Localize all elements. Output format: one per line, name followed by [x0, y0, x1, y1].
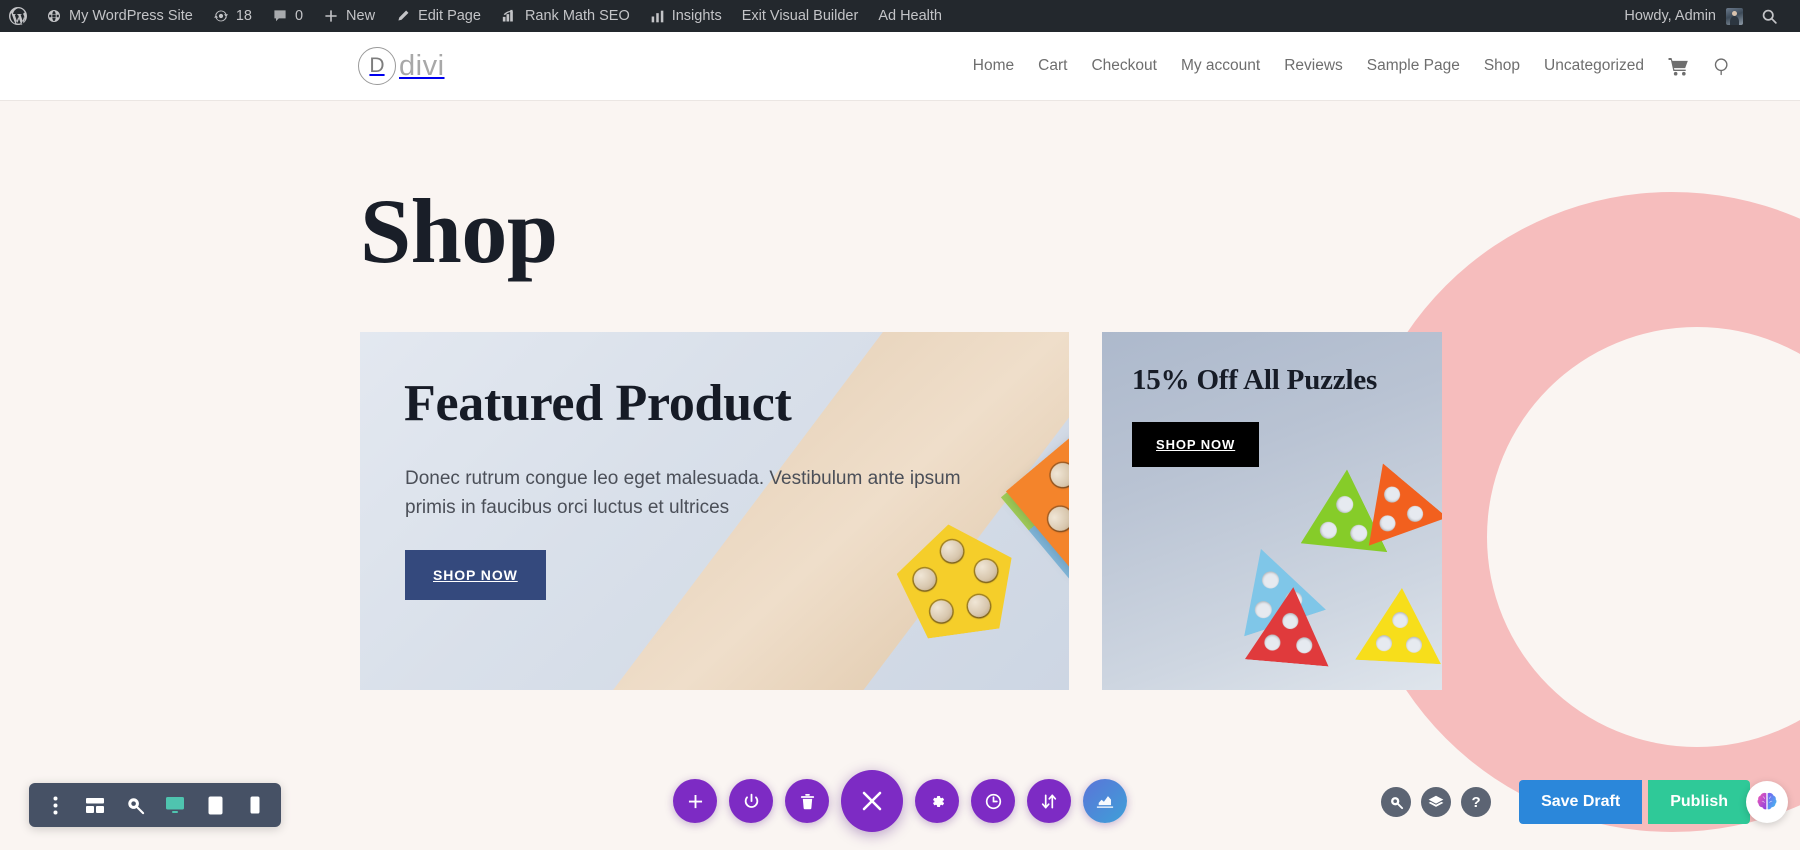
- close-menu-icon[interactable]: [841, 770, 903, 832]
- admin-bar-my-account[interactable]: Howdy, Admin: [1616, 0, 1751, 32]
- promo-card-title: 15% Off All Puzzles: [1132, 364, 1378, 396]
- logo-circle-d-icon: D: [358, 47, 396, 85]
- admin-bar-comments[interactable]: 0: [262, 0, 313, 32]
- admin-bar-rank-math[interactable]: Rank Math SEO: [491, 0, 640, 32]
- nav-item-checkout[interactable]: Checkout: [1079, 57, 1168, 75]
- wireframe-view-icon[interactable]: [75, 783, 115, 827]
- admin-bar-updates[interactable]: 18: [203, 0, 262, 32]
- admin-bar-search[interactable]: [1751, 0, 1788, 32]
- updates-count: 18: [235, 8, 252, 24]
- shopping-cart-icon[interactable]: [1656, 57, 1701, 76]
- ai-brain-icon[interactable]: [1746, 781, 1788, 823]
- phone-view-icon[interactable]: [235, 783, 275, 827]
- plus-icon: [323, 8, 339, 24]
- save-load-arrows-icon[interactable]: [1027, 779, 1071, 823]
- admin-bar-exit-vb-label: Exit Visual Builder: [741, 8, 859, 24]
- nav-item-my-account[interactable]: My account: [1169, 57, 1272, 75]
- admin-bar-right-group: Howdy, Admin: [1616, 0, 1800, 32]
- add-section-icon[interactable]: [673, 779, 717, 823]
- admin-bar-exit-visual-builder[interactable]: Exit Visual Builder: [732, 0, 869, 32]
- admin-bar-left-group: My WordPress Site 18 0 New Edit Page Ran…: [0, 0, 952, 32]
- avatar: [1726, 7, 1743, 25]
- admin-bar-insights[interactable]: Insights: [640, 0, 732, 32]
- admin-bar-new[interactable]: New: [313, 0, 385, 32]
- save-draft-button[interactable]: Save Draft: [1519, 780, 1643, 824]
- logo-wordmark: divi: [399, 49, 445, 82]
- layers-icon[interactable]: [1421, 787, 1452, 817]
- zoom-out-view-icon[interactable]: [115, 783, 155, 827]
- updates-icon: [213, 8, 229, 24]
- admin-bar-rank-math-label: Rank Math SEO: [524, 8, 630, 24]
- more-options-icon[interactable]: [35, 783, 75, 827]
- search-icon[interactable]: [1381, 787, 1412, 817]
- wp-admin-bar: My WordPress Site 18 0 New Edit Page Ran…: [0, 0, 1800, 32]
- page-canvas: Shop Featured Product Donec rutrum congu…: [0, 100, 1800, 850]
- admin-bar-wordpress-logo[interactable]: [0, 0, 36, 32]
- divi-left-toolbar: [29, 783, 281, 827]
- nav-item-sample-page[interactable]: Sample Page: [1355, 57, 1472, 75]
- nav-item-cart[interactable]: Cart: [1026, 57, 1079, 75]
- power-toggle-icon[interactable]: [729, 779, 773, 823]
- primary-navigation: Home Cart Checkout My account Reviews Sa…: [961, 57, 1744, 76]
- search-icon[interactable]: [1701, 57, 1744, 76]
- site-logo[interactable]: D divi: [358, 47, 445, 85]
- comments-count: 0: [294, 8, 304, 24]
- admin-bar-insights-label: Insights: [671, 8, 722, 24]
- nav-item-shop[interactable]: Shop: [1472, 57, 1532, 75]
- admin-bar-site-name[interactable]: My WordPress Site: [36, 0, 203, 32]
- admin-bar-site-label: My WordPress Site: [69, 8, 193, 24]
- admin-bar-ad-health[interactable]: Ad Health: [868, 0, 952, 32]
- pencil-icon: [395, 8, 411, 24]
- site-icon: [46, 8, 62, 24]
- rankmath-icon: [501, 9, 518, 24]
- featured-card-title: Featured Product: [404, 375, 792, 432]
- admin-bar-new-label: New: [346, 8, 376, 24]
- publish-button[interactable]: Publish: [1648, 780, 1750, 824]
- nav-item-uncategorized[interactable]: Uncategorized: [1532, 57, 1656, 75]
- desktop-view-icon[interactable]: [155, 783, 195, 827]
- promo-card-shop-now-button[interactable]: SHOP NOW: [1132, 422, 1260, 467]
- search-icon: [1761, 8, 1778, 25]
- promo-card: 15% Off All Puzzles SHOP NOW: [1102, 332, 1442, 690]
- wordpress-logo-icon: [8, 6, 28, 26]
- admin-bar-ad-health-label: Ad Health: [878, 8, 942, 24]
- comments-icon: [272, 8, 288, 24]
- howdy-label: Howdy, Admin: [1624, 8, 1716, 24]
- settings-gear-icon[interactable]: [915, 779, 959, 823]
- portability-icon[interactable]: [1083, 779, 1127, 823]
- insights-chart-icon: [650, 9, 665, 24]
- admin-bar-edit-page[interactable]: Edit Page: [385, 0, 491, 32]
- nav-item-home[interactable]: Home: [961, 57, 1026, 75]
- page-title: Shop: [360, 180, 558, 282]
- divi-right-toolbar: ? Save Draft Publish: [1381, 780, 1788, 824]
- help-icon[interactable]: ?: [1461, 787, 1492, 817]
- site-header: D divi Home Cart Checkout My account Rev…: [0, 32, 1800, 100]
- tablet-view-icon[interactable]: [195, 783, 235, 827]
- featured-product-card: Featured Product Donec rutrum congue leo…: [360, 332, 1069, 690]
- featured-card-shop-now-button[interactable]: SHOP NOW: [405, 550, 546, 600]
- cards-row: Featured Product Donec rutrum congue leo…: [360, 332, 1442, 690]
- admin-bar-edit-page-label: Edit Page: [418, 8, 481, 24]
- featured-card-description: Donec rutrum congue leo eget malesuada. …: [405, 468, 961, 519]
- trash-icon[interactable]: [785, 779, 829, 823]
- history-clock-icon[interactable]: [971, 779, 1015, 823]
- nav-item-reviews[interactable]: Reviews: [1272, 57, 1355, 75]
